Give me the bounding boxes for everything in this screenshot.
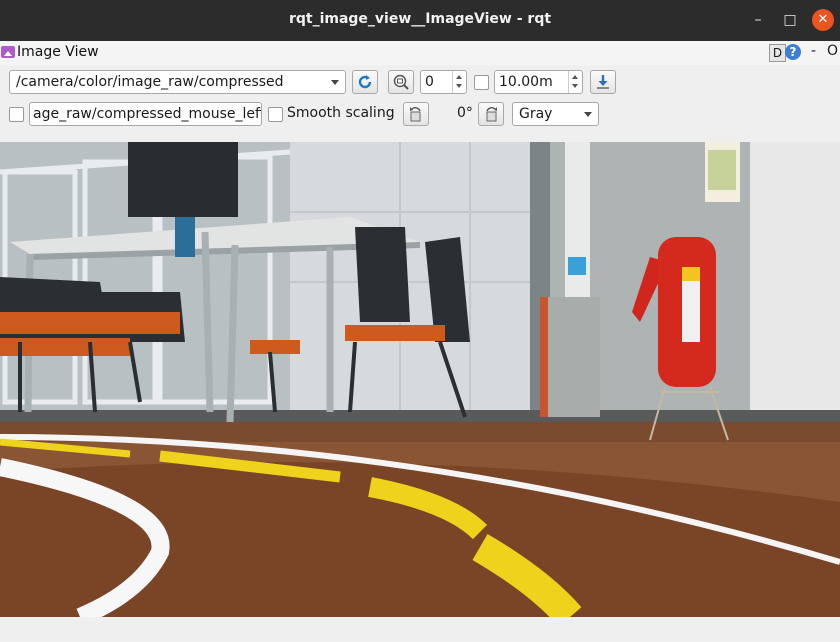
spin-box[interactable]: 0 — [420, 70, 467, 94]
chevron-down-icon — [584, 112, 592, 117]
dock-button[interactable]: D — [769, 44, 786, 62]
topic-value: /camera/color/image_raw/compressed — [16, 74, 284, 90]
window-title: rqt_image_view__ImageView - rqt — [288, 11, 552, 27]
camera-image[interactable] — [0, 142, 840, 617]
depth-range-checkbox[interactable] — [474, 75, 489, 90]
toolbar: /camera/color/image_raw/compressed 0 10.… — [0, 65, 840, 142]
image-display[interactable] — [0, 142, 840, 617]
smooth-scaling-checkbox[interactable] — [268, 107, 283, 122]
rotate-left-button[interactable] — [403, 102, 429, 126]
chevron-down-icon — [331, 80, 339, 85]
status-bar — [0, 617, 840, 642]
spin-arrows-icon[interactable] — [568, 71, 582, 93]
window-titlebar: rqt_image_view__ImageView - rqt – □ ✕ — [0, 0, 840, 41]
spin-value: 0 — [425, 74, 434, 90]
max-range-value: 10.00m — [499, 74, 553, 90]
color-scheme-select[interactable]: Gray — [512, 102, 599, 126]
topic-select[interactable]: /camera/color/image_raw/compressed — [9, 70, 346, 94]
smooth-scaling-label: Smooth scaling — [287, 105, 395, 121]
max-range-spinbox[interactable]: 10.00m — [494, 70, 583, 94]
zoom-fit-button[interactable] — [388, 70, 414, 94]
minimize-plugin-button[interactable]: - — [811, 43, 816, 59]
image-view-icon — [1, 46, 15, 58]
close-icon[interactable]: ✕ — [812, 9, 834, 31]
plugin-title: Image View — [17, 44, 99, 60]
rotation-value: 0° — [457, 105, 473, 121]
rotate-right-button[interactable] — [478, 102, 504, 126]
mouse-publish-checkbox[interactable] — [9, 107, 24, 122]
save-button[interactable] — [590, 70, 616, 94]
mouse-topic-value: age_raw/compressed_mouse_left — [33, 106, 262, 122]
close-plugin-button[interactable]: O — [827, 43, 838, 59]
refresh-button[interactable] — [352, 70, 378, 94]
maximize-icon[interactable]: □ — [779, 9, 801, 31]
save-icon — [597, 75, 609, 89]
rotate-left-icon — [410, 107, 421, 122]
rotate-right-icon — [486, 107, 497, 122]
refresh-icon — [358, 75, 372, 89]
mouse-topic-input[interactable]: age_raw/compressed_mouse_left — [29, 102, 262, 126]
spin-arrows-icon[interactable] — [452, 71, 466, 93]
plugin-header: Image View D ? - O — [0, 41, 840, 65]
color-scheme-value: Gray — [519, 106, 553, 122]
zoom-fit-icon — [393, 74, 409, 90]
help-icon[interactable]: ? — [785, 44, 801, 60]
minimize-icon[interactable]: – — [747, 9, 769, 31]
